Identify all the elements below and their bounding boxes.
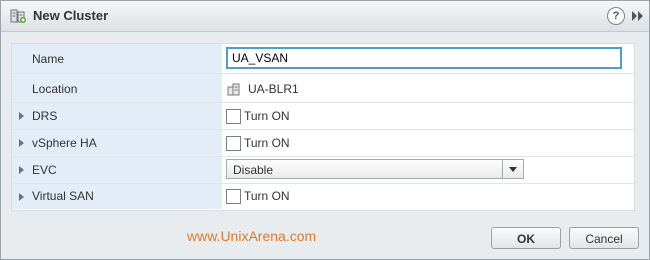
double-chevron-right-icon[interactable] — [629, 8, 645, 24]
virtual-san-checkbox-label[interactable]: Turn ON — [244, 189, 290, 203]
cluster-icon — [10, 9, 26, 23]
name-label: Name — [32, 52, 65, 66]
evc-label: EVC — [32, 163, 57, 177]
location-value: UA-BLR1 — [248, 82, 299, 96]
row-virtual-san: Virtual SAN Turn ON — [12, 184, 634, 209]
help-icon[interactable]: ? — [607, 7, 625, 25]
dialog-title: New Cluster — [33, 8, 109, 23]
expand-arrow-icon[interactable] — [19, 139, 24, 147]
drs-checkbox[interactable] — [226, 109, 241, 124]
evc-selected-value: Disable — [233, 163, 274, 177]
vsphere-ha-checkbox[interactable] — [226, 136, 241, 151]
row-location: Location UA-BLR1 — [12, 74, 634, 103]
expand-arrow-icon[interactable] — [19, 193, 24, 201]
location-label: Location — [32, 82, 78, 96]
watermark-text: www.UnixArena.com — [187, 228, 317, 244]
row-evc: EVC Disable — [12, 157, 634, 184]
virtual-san-label: Virtual SAN — [32, 189, 94, 203]
drs-checkbox-label[interactable]: Turn ON — [244, 109, 290, 123]
expand-arrow-icon[interactable] — [19, 112, 24, 120]
new-cluster-dialog: New Cluster ? Name Location UA-BLR1 — [0, 0, 650, 260]
cluster-name-input[interactable] — [226, 47, 622, 69]
cancel-button[interactable]: Cancel — [569, 227, 639, 249]
virtual-san-checkbox[interactable] — [226, 189, 241, 204]
row-name: Name — [12, 44, 634, 74]
row-drs: DRS Turn ON — [12, 103, 634, 130]
vsphere-ha-label: vSphere HA — [32, 136, 97, 150]
chevron-down-icon — [509, 167, 517, 172]
row-vsphere-ha: vSphere HA Turn ON — [12, 130, 634, 157]
evc-mode-select[interactable]: Disable — [226, 159, 524, 179]
ok-button[interactable]: OK — [491, 227, 561, 249]
cluster-settings-form: Name Location UA-BLR1 DRS Turn ON — [11, 43, 635, 211]
dialog-titlebar: New Cluster ? — [1, 1, 649, 32]
expand-arrow-icon[interactable] — [19, 166, 24, 174]
vsphere-ha-checkbox-label[interactable]: Turn ON — [244, 136, 290, 150]
drs-label: DRS — [32, 109, 58, 123]
dropdown-button[interactable] — [502, 160, 523, 178]
datacenter-icon — [227, 83, 240, 96]
